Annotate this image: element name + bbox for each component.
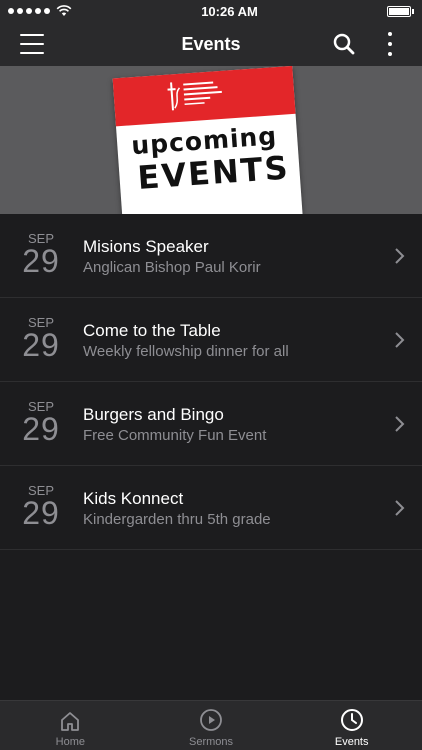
event-day: 29: [22, 243, 60, 279]
event-subtitle: Weekly fellowship dinner for all: [83, 343, 289, 360]
event-day: 29: [22, 495, 60, 531]
event-row[interactable]: SEP 29 Burgers and Bingo Free Community …: [0, 382, 422, 466]
event-title: Kids Konnect: [83, 489, 184, 508]
nav-bar: Events: [0, 22, 422, 66]
chevron-right-icon: [395, 416, 405, 432]
clock-icon: [340, 709, 363, 731]
search-icon[interactable]: [333, 33, 355, 55]
event-subtitle: Anglican Bishop Paul Korir: [83, 259, 261, 276]
status-time: 10:26 AM: [201, 3, 258, 19]
tab-label: Events: [334, 736, 369, 748]
event-row[interactable]: SEP 29 Misions Speaker Anglican Bishop P…: [0, 214, 422, 298]
event-row[interactable]: SEP 29 Kids Konnect Kindergarden thru 5t…: [0, 466, 422, 550]
events-list: SEP 29 Misions Speaker Anglican Bishop P…: [0, 214, 422, 550]
tab-label: Home: [55, 736, 85, 748]
events-banner: upcoming EVENTS: [0, 66, 422, 214]
chevron-right-icon: [395, 500, 405, 516]
home-icon: [61, 712, 80, 731]
menu-icon[interactable]: [20, 34, 44, 54]
status-left: [8, 5, 72, 17]
tab-home[interactable]: Home: [0, 701, 141, 750]
battery-icon: [386, 5, 414, 17]
tab-bar: Home Sermons Events: [0, 700, 422, 750]
event-row[interactable]: SEP 29 Come to the Table Weekly fellowsh…: [0, 298, 422, 382]
status-bar: 10:26 AM: [0, 0, 422, 22]
wifi-icon: [56, 5, 72, 16]
tab-sermons[interactable]: Sermons: [141, 701, 282, 750]
play-icon: [200, 709, 222, 731]
more-icon[interactable]: [380, 32, 400, 56]
upcoming-events-poster: upcoming EVENTS: [112, 66, 304, 214]
poster-header: [112, 66, 296, 127]
event-day: 29: [22, 327, 60, 363]
event-subtitle: Kindergarden thru 5th grade: [83, 511, 271, 528]
tab-events[interactable]: Events: [281, 701, 422, 750]
signal-icon: [8, 8, 50, 14]
church-logo: [167, 81, 222, 111]
event-title: Come to the Table: [83, 321, 221, 340]
event-title: Burgers and Bingo: [83, 405, 224, 424]
event-subtitle: Free Community Fun Event: [83, 427, 267, 444]
chevron-right-icon: [395, 332, 405, 348]
page-title: Events: [181, 33, 241, 54]
event-day: 29: [22, 411, 60, 447]
event-title: Misions Speaker: [83, 237, 209, 256]
chevron-right-icon: [395, 248, 405, 264]
tab-label: Sermons: [188, 736, 234, 748]
